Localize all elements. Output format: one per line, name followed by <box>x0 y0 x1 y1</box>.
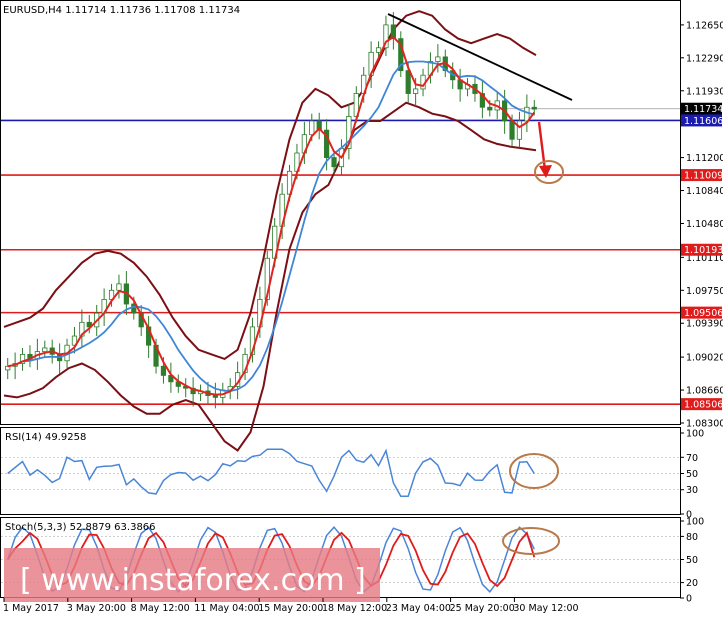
rsi-panel[interactable] <box>0 427 681 515</box>
watermark-text: [ www.instaforex.com ] <box>20 563 366 598</box>
candle-body <box>331 157 337 168</box>
candle-body <box>531 106 537 110</box>
time-tick-label: 30 May 12:00 <box>513 603 578 614</box>
price-tick-label: 1.11930 <box>686 86 723 97</box>
price-tick-label: 1.12290 <box>686 53 723 64</box>
candle-body <box>375 47 382 53</box>
price-tick-label: 1.09390 <box>686 319 723 330</box>
rsi-tick-label: 100 <box>686 429 704 440</box>
candle-body <box>309 120 315 136</box>
time-tick-label: 23 May 04:00 <box>386 603 451 614</box>
stoch-header: Stoch(5,3,3) 52.8879 63.3866 <box>5 522 156 533</box>
candle-body <box>413 88 419 94</box>
candle-body <box>516 120 523 140</box>
chart-window: 1.12650 1.12290 1.11930 1.11200 1.10840 1.104… <box>0 0 723 618</box>
price-tag-label: 1.11734 <box>684 104 723 115</box>
price-tick-label: 1.11200 <box>686 153 723 164</box>
main-header: EURUSD,H4 1.11714 1.11736 1.11708 1.1173… <box>3 5 240 16</box>
candle-body <box>212 395 218 398</box>
time-tick-label: 18 May 12:00 <box>322 603 387 614</box>
rsi-tick-label: 30 <box>686 485 698 496</box>
time-tick-label: 1 May 2017 <box>3 603 59 614</box>
candle-body <box>160 365 167 376</box>
stoch-tick-label: 20 <box>686 578 698 589</box>
price-tag-label: 1.08506 <box>684 400 723 411</box>
price-tick-label: 1.12650 <box>686 20 723 31</box>
price-tick-label: 1.10840 <box>686 186 723 197</box>
stoch-tick-label: 80 <box>686 532 698 543</box>
price-tag-label: 1.11009 <box>684 171 723 182</box>
price-tick-label: 1.09750 <box>686 286 723 297</box>
price-tick-label: 1.10480 <box>686 219 723 230</box>
candle-body <box>42 347 48 353</box>
candle-body <box>487 106 493 111</box>
price-tick-label: 1.09020 <box>686 353 723 364</box>
stoch-tick-label: 50 <box>686 555 698 566</box>
time-tick-label: 8 May 12:00 <box>131 603 190 614</box>
stoch-tick-label: 0 <box>686 594 692 605</box>
candle-body <box>405 70 411 94</box>
main-panel[interactable] <box>0 0 681 425</box>
price-tag-label: 1.10193 <box>684 245 723 256</box>
time-tick-label: 25 May 20:00 <box>450 603 515 614</box>
chart-canvas[interactable]: 1.12650 1.12290 1.11930 1.11200 1.10840 1.104… <box>0 0 723 618</box>
time-tick-label: 3 May 20:00 <box>67 603 126 614</box>
rsi-header: RSI(14) 49.9258 <box>5 432 86 443</box>
rsi-tick-label: 70 <box>686 453 698 464</box>
stoch-tick-label: 100 <box>686 517 704 528</box>
price-tag-label: 1.11606 <box>684 116 723 127</box>
price-tag-label: 1.09506 <box>684 308 723 319</box>
rsi-tick-label: 50 <box>686 469 698 480</box>
price-tick-label: 1.08660 <box>686 386 723 397</box>
time-tick-label: 15 May 20:00 <box>258 603 323 614</box>
candle-body <box>509 120 515 140</box>
candle-body <box>116 283 122 291</box>
candle-body <box>435 56 441 62</box>
time-tick-label: 11 May 04:00 <box>194 603 259 614</box>
